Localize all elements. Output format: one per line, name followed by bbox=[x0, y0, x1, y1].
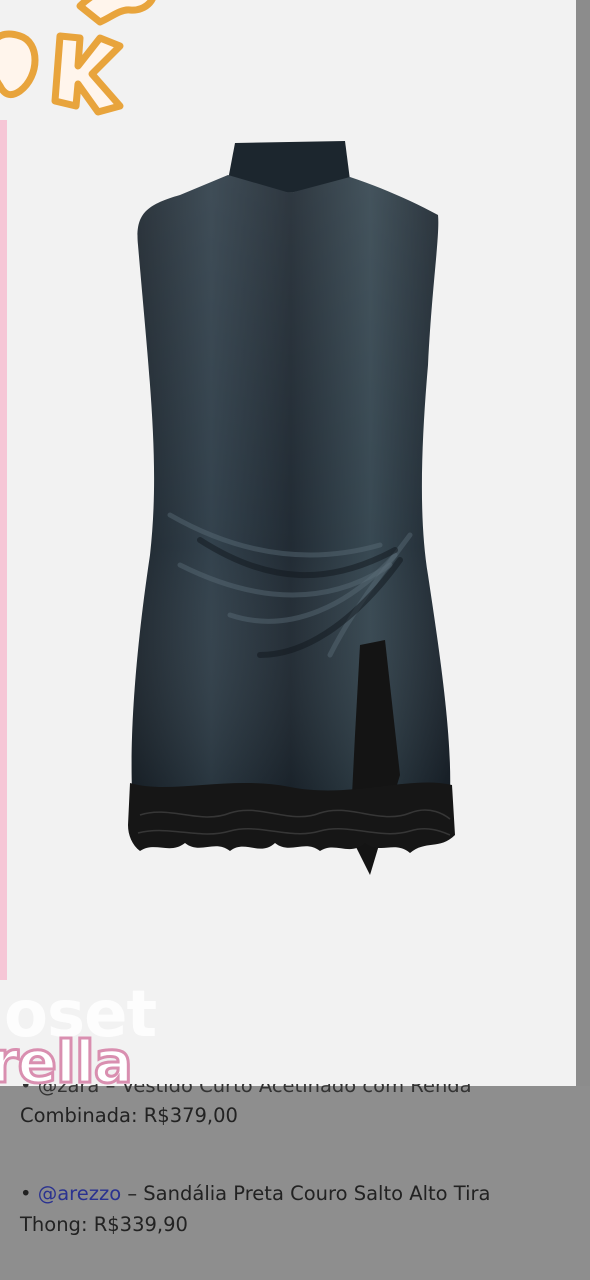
product-item-2: • @arezzo – Sandália Preta Couro Salto A… bbox=[20, 1178, 560, 1240]
product-item-2-price: Thong: R$339,90 bbox=[20, 1213, 188, 1236]
zara-handle-link[interactable]: @zara bbox=[38, 1084, 100, 1097]
product-item-1-price: Combinada: R$379,00 bbox=[20, 1104, 238, 1127]
brand-logo-top bbox=[0, 0, 156, 116]
caption-overlay: • @zara – Vestido Curto Acetinado com Re… bbox=[0, 1084, 590, 1280]
story-image-card: oset rella bbox=[0, 0, 576, 1098]
product-item-2-line-1: • @arezzo – Sandália Preta Couro Salto A… bbox=[20, 1178, 560, 1209]
dress-product-image bbox=[128, 141, 455, 875]
pink-edge-stripe bbox=[0, 120, 7, 980]
product-item-1-line-1: • @zara – Vestido Curto Acetinado com Re… bbox=[20, 1084, 560, 1100]
product-item-2-text: – Sandália Preta Couro Salto Alto Tira bbox=[121, 1182, 491, 1205]
brand-logo-bottom: oset rella bbox=[0, 978, 174, 1098]
arezzo-handle-link[interactable]: @arezzo bbox=[38, 1182, 121, 1205]
bullet: • bbox=[20, 1182, 32, 1205]
product-item-1-text: – Vestido Curto Acetinado com Renda bbox=[99, 1084, 472, 1097]
bullet: • bbox=[20, 1084, 32, 1097]
product-item-1: • @zara – Vestido Curto Acetinado com Re… bbox=[20, 1084, 560, 1131]
right-gutter bbox=[576, 0, 590, 1098]
